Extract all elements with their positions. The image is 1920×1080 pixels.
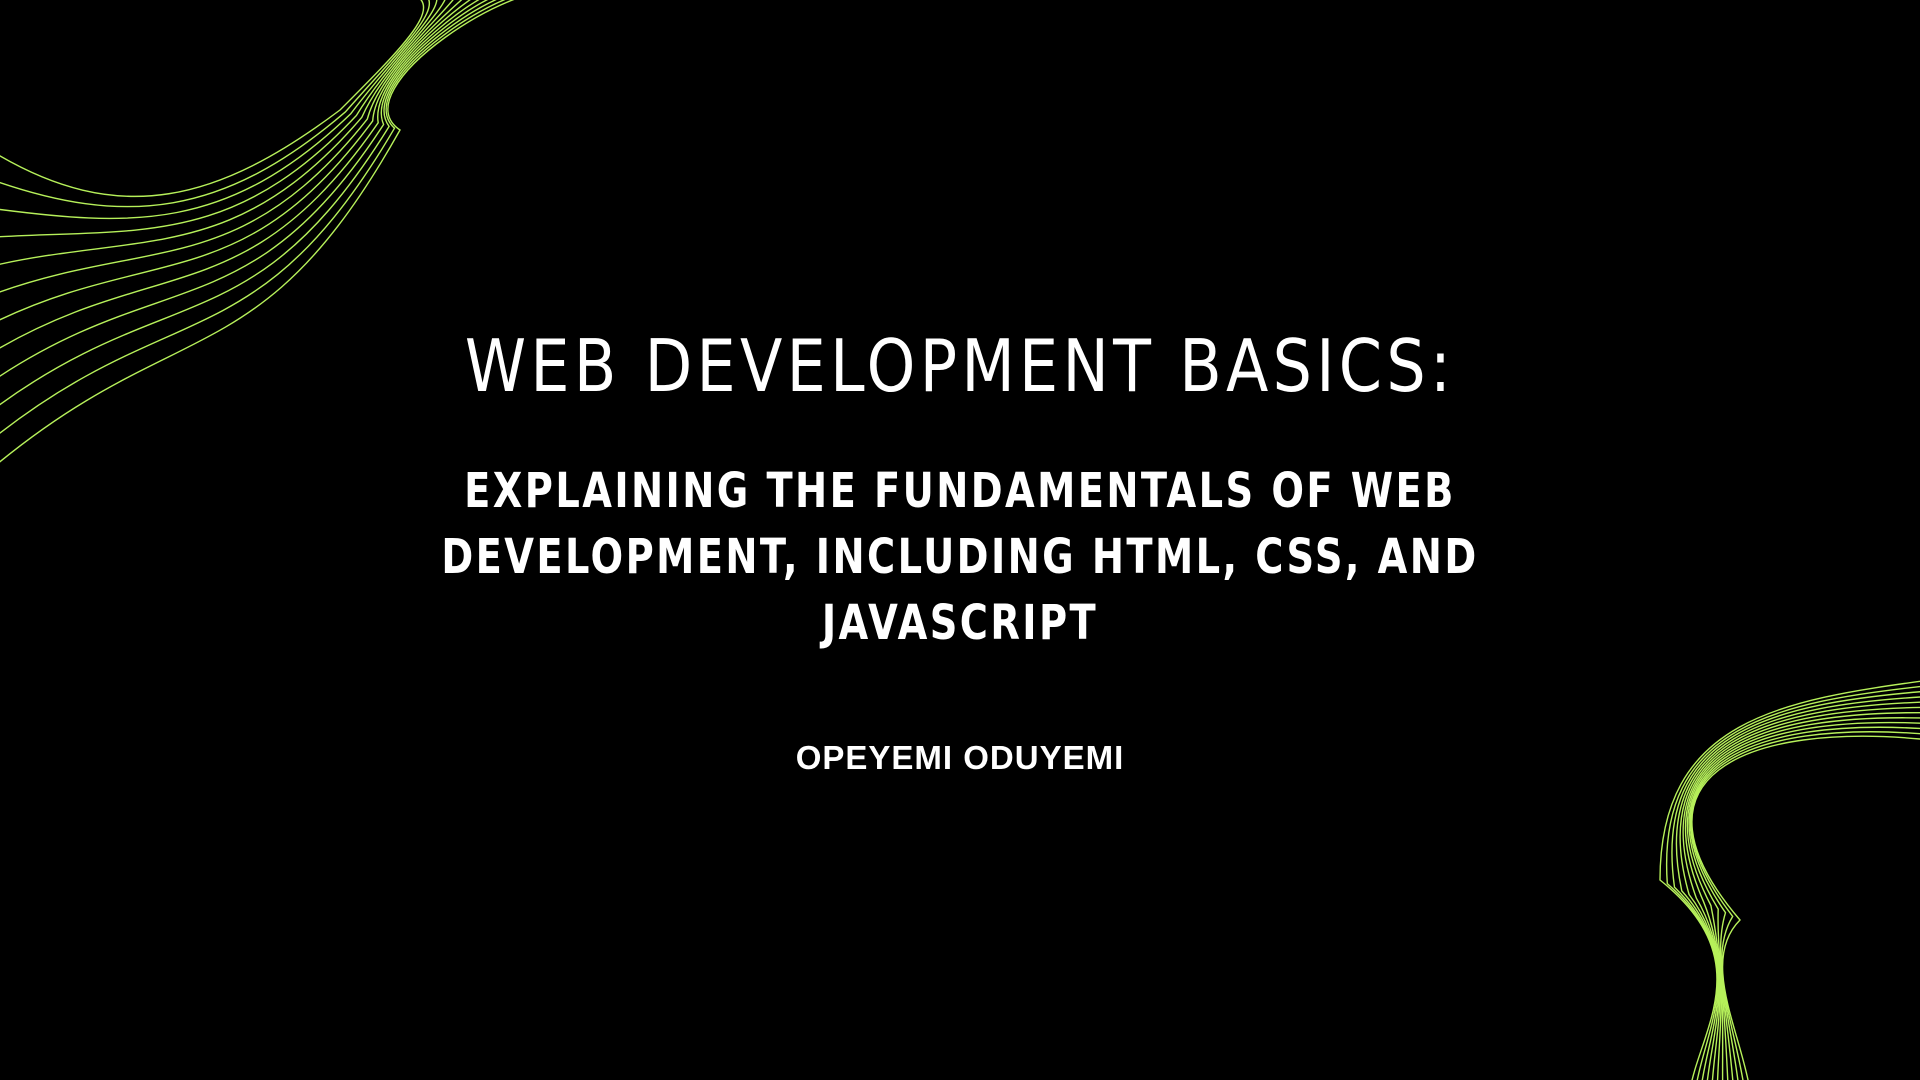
author-name: OPEYEMI ODUYEMI <box>795 739 1125 776</box>
title-slide: WEB DEVELOPMENT BASICS: EXPLAINING THE F… <box>0 0 1920 1080</box>
slide-subtitle: EXPLAINING THE FUNDAMENTALS OF WEB DEVEL… <box>441 463 1479 651</box>
slide-title: WEB DEVELOPMENT BASICS: <box>464 324 1456 408</box>
